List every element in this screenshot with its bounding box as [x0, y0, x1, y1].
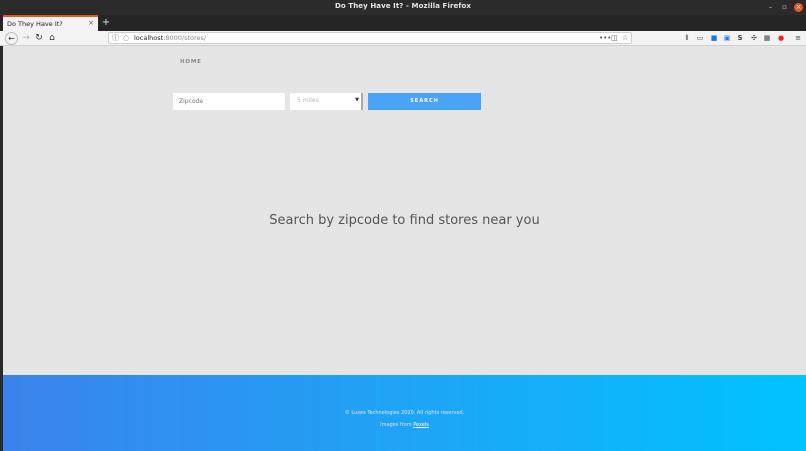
url-path: :8000/stores/: [163, 34, 207, 42]
search-button[interactable]: SEARCH: [368, 93, 481, 110]
library-icon[interactable]: ⫴: [682, 33, 692, 44]
radius-select[interactable]: 5 miles ▼: [290, 93, 363, 110]
search-prompt: Search by zipcode to find stores near yo…: [269, 213, 540, 228]
radius-selected-value: 5 miles: [297, 97, 319, 104]
nav-home-link[interactable]: HOME: [180, 59, 202, 65]
footer: © Luxes Technologies 2020. All rights re…: [3, 375, 806, 451]
tracking-shield-icon[interactable]: ◌: [123, 33, 129, 44]
maximize-icon[interactable]: ▫: [780, 3, 789, 12]
pexels-link[interactable]: Pexels: [413, 422, 429, 428]
pocket-icon[interactable]: ◫: [611, 33, 618, 44]
s-extension-icon[interactable]: S: [735, 33, 745, 44]
new-tab-button[interactable]: +: [100, 16, 112, 30]
close-window-icon[interactable]: ×: [794, 3, 803, 12]
footer-credit: Images from Pexels: [3, 422, 806, 428]
url-text[interactable]: localhost:8000/stores/: [134, 34, 206, 42]
url-bar[interactable]: ⓘ ◌ localhost:8000/stores/ ••• ◫ ☆: [108, 32, 632, 44]
tab-label: Do They Have It?: [7, 20, 63, 28]
tab-close-icon[interactable]: ×: [88, 19, 94, 27]
chevron-down-icon: ▼: [355, 97, 359, 103]
bookmark-star-icon[interactable]: ☆: [622, 33, 628, 44]
page-viewport: HOME 5 miles ▼ SEARCH Search by zipcode …: [3, 46, 806, 451]
extension-icon[interactable]: ■: [709, 33, 719, 44]
reload-icon[interactable]: ↻: [33, 32, 45, 44]
footer-credit-prefix: Images from: [380, 422, 412, 428]
forward-icon[interactable]: →: [20, 32, 32, 44]
home-icon[interactable]: ⌂: [46, 32, 58, 44]
puzzle-icon[interactable]: ✣: [749, 33, 759, 44]
url-host: localhost: [134, 34, 164, 42]
extension-blue-icon[interactable]: ▣: [722, 33, 732, 44]
zipcode-input[interactable]: [173, 93, 285, 110]
tab-do-they-have-it[interactable]: Do They Have It? ×: [3, 15, 98, 31]
window-title: Do They Have It? - Mozilla Firefox: [334, 2, 472, 10]
menu-icon[interactable]: ≡: [793, 33, 803, 44]
footer-copyright: © Luxes Technologies 2020. All rights re…: [344, 410, 465, 416]
minimize-icon[interactable]: –: [766, 3, 775, 12]
avatar-icon[interactable]: ●: [776, 33, 786, 44]
info-icon[interactable]: ⓘ: [112, 33, 119, 44]
back-icon[interactable]: ←: [5, 32, 18, 45]
sidebar-icon[interactable]: ▭: [695, 33, 705, 44]
grid-icon[interactable]: ▦: [762, 33, 772, 44]
page-actions-icon[interactable]: •••: [599, 33, 611, 44]
navigation-toolbar: ← → ↻ ⌂ ⓘ ◌ localhost:8000/stores/ ••• ◫…: [0, 31, 806, 46]
window-titlebar: Do They Have It? - Mozilla Firefox – ▫ ×: [0, 0, 806, 15]
tab-strip: Do They Have It? × +: [0, 15, 806, 31]
